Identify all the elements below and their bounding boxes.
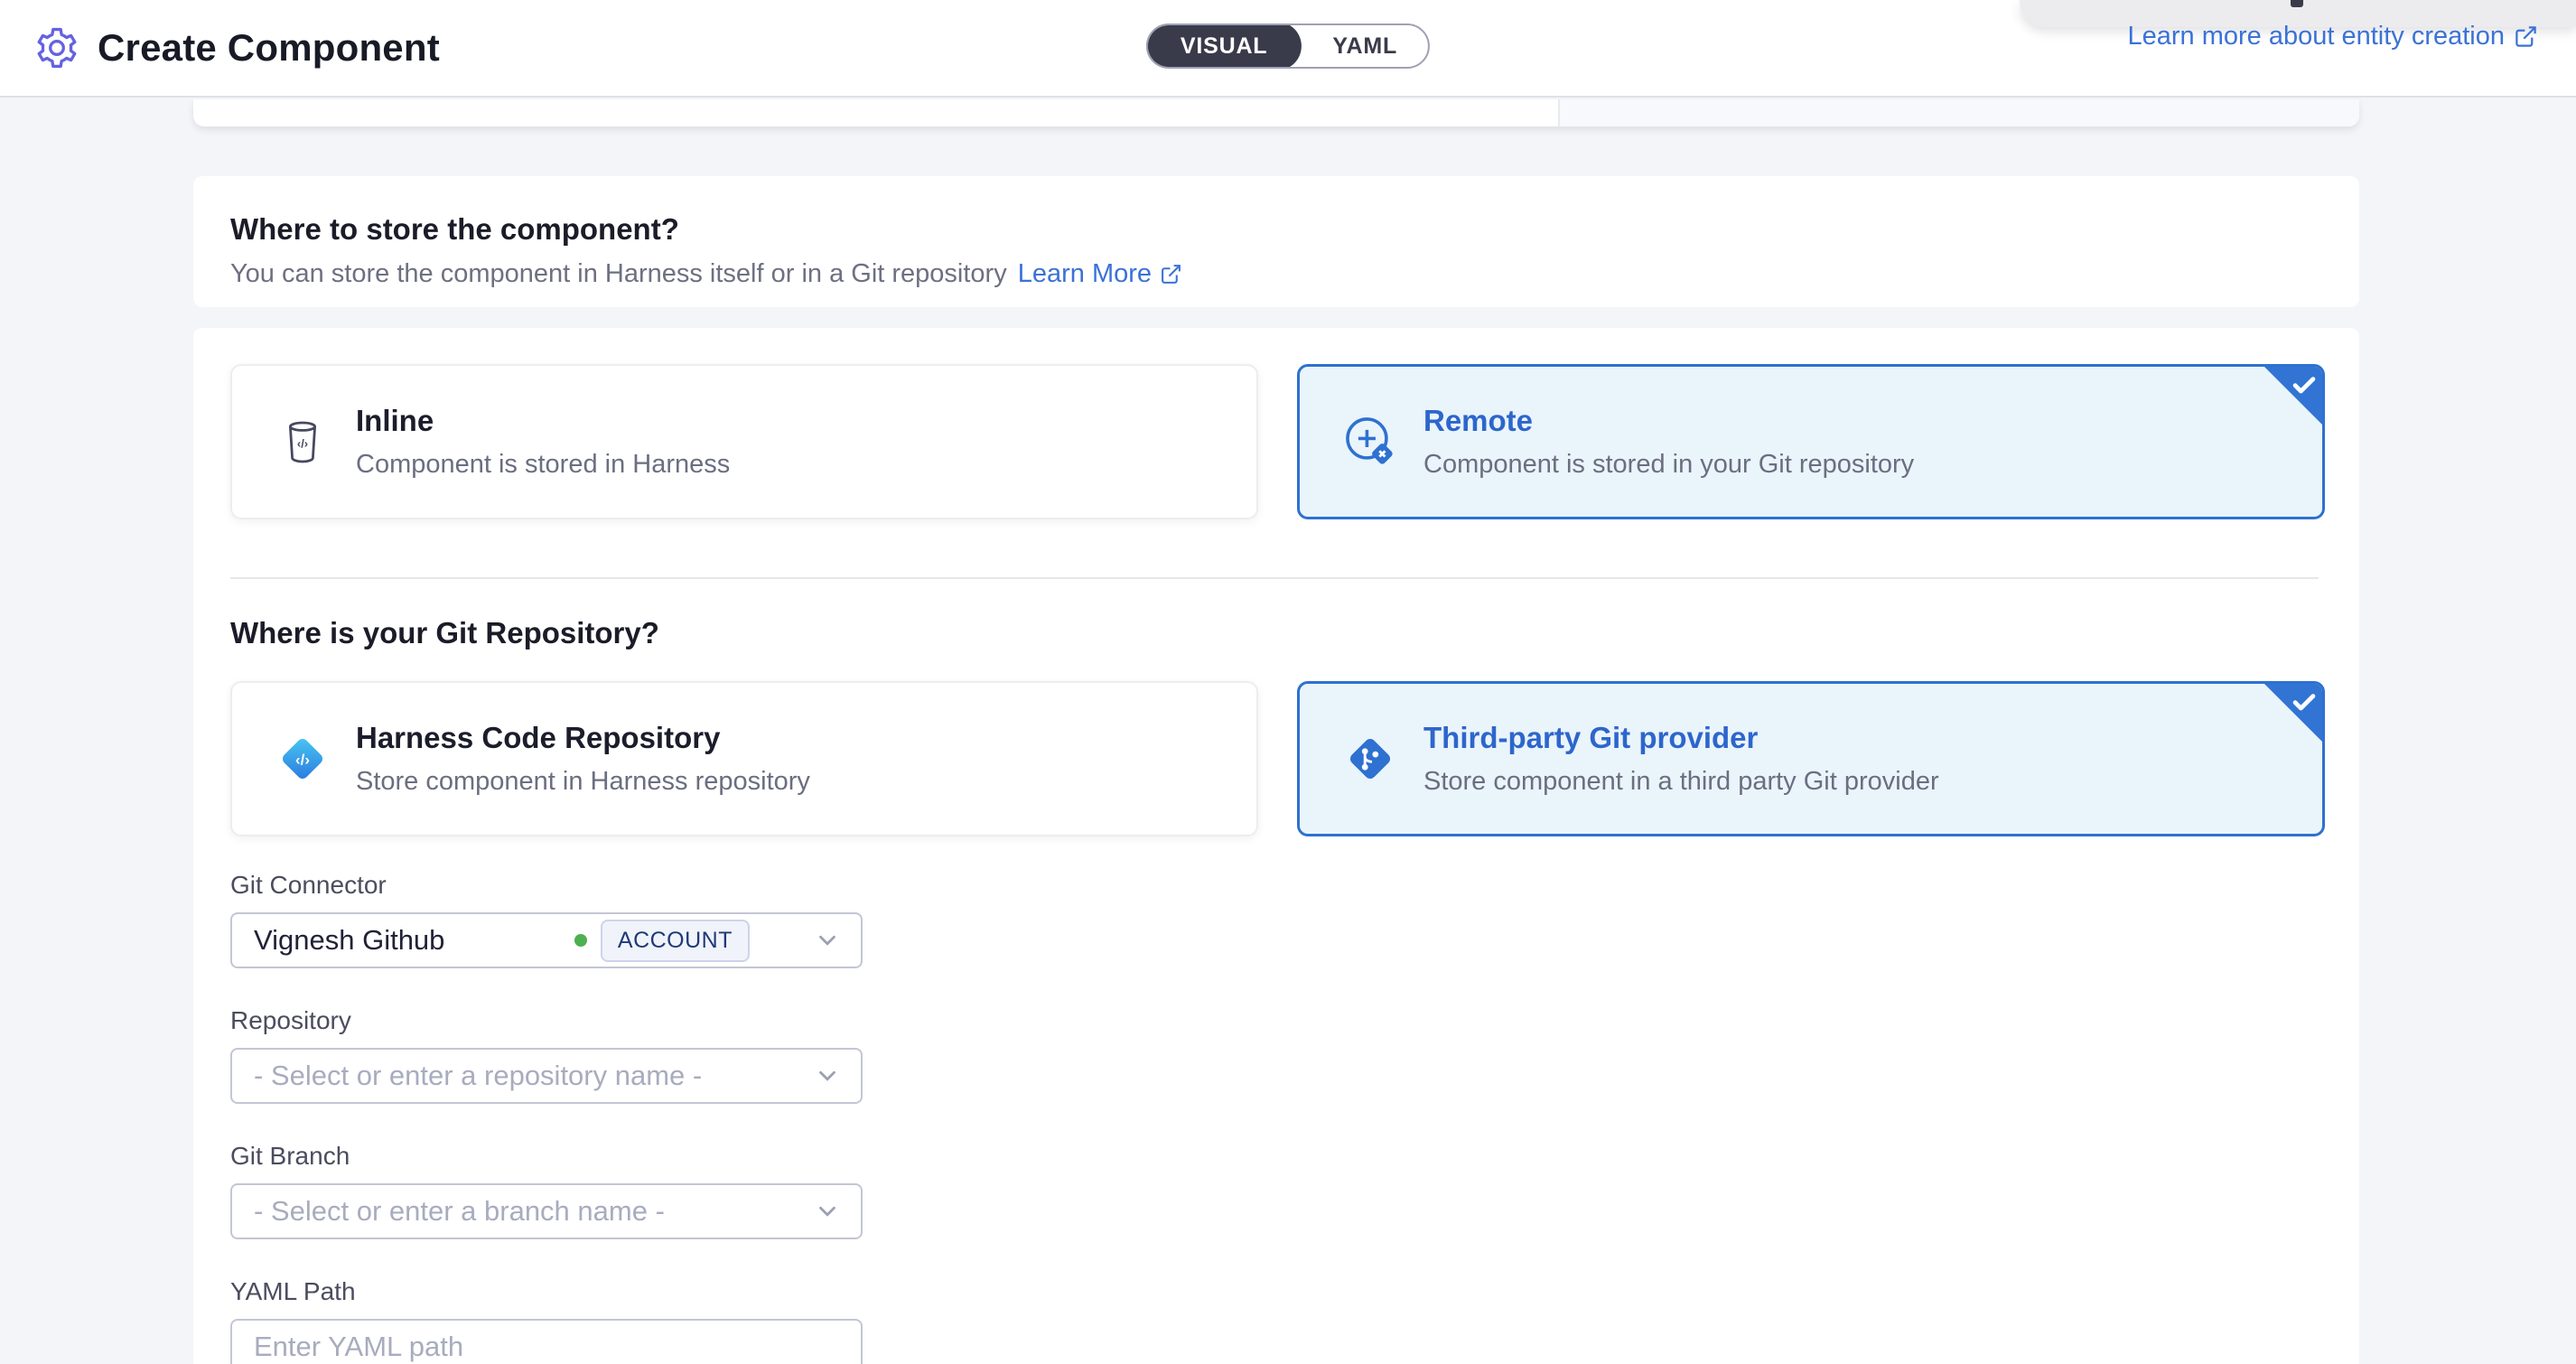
- option-title: Remote: [1423, 404, 1914, 438]
- git-branch-placeholder: - Select or enter a branch name -: [254, 1195, 665, 1228]
- external-link-icon: [2514, 24, 2538, 49]
- previous-section-side-panel: [1558, 99, 2359, 126]
- option-title: Inline: [356, 404, 730, 438]
- visual-yaml-toggle: VISUAL YAML: [1146, 23, 1430, 69]
- popover-caret: [2291, 0, 2303, 7]
- thirdparty-git-icon: [1342, 733, 1398, 785]
- remote-storage-icon: [1342, 414, 1398, 470]
- harness-code-repo-icon: ‹/›: [275, 733, 331, 785]
- check-icon: [2289, 369, 2319, 400]
- storage-type-options: ‹/› Inline Component is stored in Harnes…: [230, 364, 2325, 519]
- option-description: Component is stored in Harness: [356, 450, 730, 480]
- option-description: Store component in a third party Git pro…: [1423, 767, 1939, 797]
- repository-label: Repository: [230, 1006, 863, 1035]
- chevron-down-icon: [814, 1198, 841, 1225]
- storage-section-header: Where to store the component? You can st…: [193, 176, 2359, 307]
- option-card-thirdparty-git[interactable]: Third-party Git provider Store component…: [1297, 681, 2325, 836]
- page-header: Create Component VISUAL YAML Learn more …: [0, 0, 2576, 98]
- option-card-inline[interactable]: ‹/› Inline Component is stored in Harnes…: [230, 364, 1258, 519]
- create-component-page: Create Component VISUAL YAML Learn more …: [0, 0, 2576, 1364]
- option-title: Harness Code Repository: [356, 721, 810, 755]
- yaml-path-label: YAML Path: [230, 1277, 863, 1306]
- inline-storage-icon: ‹/›: [275, 417, 331, 466]
- storage-learn-more-link[interactable]: Learn More: [1018, 259, 1182, 289]
- git-branch-label: Git Branch: [230, 1142, 863, 1171]
- git-connector-label: Git Connector: [230, 871, 863, 900]
- git-connector-value: Vignesh Github: [254, 924, 444, 957]
- learn-more-entity-link[interactable]: Learn more about entity creation: [2127, 22, 2538, 51]
- connector-status-dot: [574, 934, 587, 947]
- option-description: Store component in Harness repository: [356, 767, 810, 797]
- svg-text:‹/›: ‹/›: [295, 751, 310, 768]
- git-details-form: Git Connector Vignesh Github ACCOUNT Rep…: [230, 871, 863, 1364]
- option-card-remote[interactable]: Remote Component is stored in your Git r…: [1297, 364, 2325, 519]
- selected-corner-badge: [2264, 367, 2322, 425]
- toggle-option-yaml[interactable]: YAML: [1302, 23, 1428, 69]
- chevron-down-icon: [814, 1062, 841, 1089]
- external-link-icon: [1160, 263, 1182, 285]
- repository-placeholder: - Select or enter a repository name -: [254, 1060, 702, 1092]
- previous-section-card-bottom: [193, 99, 2359, 126]
- repository-select[interactable]: - Select or enter a repository name -: [230, 1048, 863, 1104]
- option-title: Third-party Git provider: [1423, 721, 1939, 755]
- check-icon: [2289, 687, 2319, 717]
- storage-heading: Where to store the component?: [230, 212, 2323, 247]
- page-title: Create Component: [98, 26, 440, 70]
- connector-scope-badge: ACCOUNT: [601, 920, 750, 962]
- learn-more-entity-label: Learn more about entity creation: [2127, 22, 2505, 51]
- git-branch-select[interactable]: - Select or enter a branch name -: [230, 1183, 863, 1239]
- git-provider-options: ‹/› Harness Code Repository Store compon…: [230, 681, 2325, 836]
- option-card-harness-code[interactable]: ‹/› Harness Code Repository Store compon…: [230, 681, 1258, 836]
- section-divider: [230, 577, 2319, 579]
- git-connector-select[interactable]: Vignesh Github ACCOUNT: [230, 912, 863, 968]
- storage-config-card: ‹/› Inline Component is stored in Harnes…: [193, 328, 2359, 1364]
- svg-text:‹/›: ‹/›: [297, 436, 308, 450]
- selected-corner-badge: [2264, 684, 2322, 742]
- option-description: Component is stored in your Git reposito…: [1423, 450, 1914, 480]
- git-repo-heading: Where is your Git Repository?: [230, 616, 2325, 650]
- toggle-option-visual[interactable]: VISUAL: [1146, 23, 1302, 69]
- storage-subtitle: You can store the component in Harness i…: [230, 259, 1007, 289]
- chevron-down-icon: [814, 927, 841, 954]
- gear-icon: [34, 25, 79, 70]
- yaml-path-input[interactable]: [230, 1319, 863, 1364]
